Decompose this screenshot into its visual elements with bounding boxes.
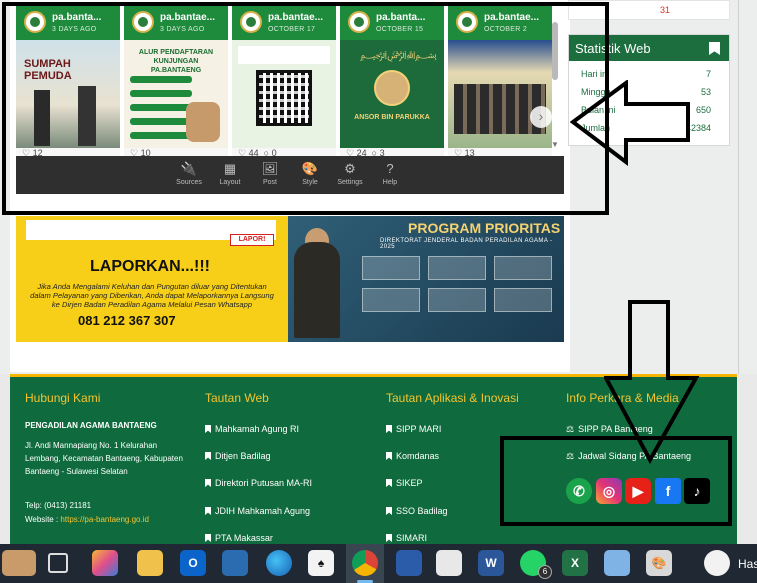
footer-link[interactable]: SIPP MARI xyxy=(386,424,441,434)
lapor-body: Jika Anda Mengalami Keluhan dan Pungutan… xyxy=(30,282,274,309)
copilot-icon[interactable] xyxy=(92,550,118,576)
bookmark-icon xyxy=(709,42,720,55)
footer-link-label: JDIH Mahkamah Agung xyxy=(215,506,311,516)
notification-badge: 6 xyxy=(538,565,552,579)
footer-link[interactable]: SIMARI xyxy=(386,533,427,543)
footer-link-label: Mahkamah Agung RI xyxy=(215,424,300,434)
person-figure xyxy=(294,242,340,338)
footer-heading: Tautan Aplikasi & Inovasi xyxy=(386,391,519,405)
footer-column-aplikasi: Tautan Aplikasi & Inovasi xyxy=(386,391,519,405)
annotation-arrow-left xyxy=(570,80,690,166)
footer-column-contact: Hubungi Kami xyxy=(25,391,100,405)
footer-heading: Tautan Web xyxy=(205,391,269,405)
footer-link-label: SIPP MARI xyxy=(396,424,442,434)
taskbar-label-truncated[interactable]: Has xyxy=(738,557,757,571)
footer-website-label: Website : xyxy=(25,515,61,524)
footer-link[interactable]: Mahkamah Agung RI xyxy=(205,424,299,434)
stat-value: 7 xyxy=(705,69,711,79)
footer-link[interactable]: Ditjen Badilag xyxy=(205,451,271,461)
program-tile xyxy=(494,256,552,280)
paint-icon[interactable]: 🎨 xyxy=(646,550,672,576)
word-icon[interactable]: W xyxy=(478,550,504,576)
outlook-icon[interactable]: O xyxy=(180,550,206,576)
footer-heading: Hubungi Kami xyxy=(25,391,101,405)
bookmark-icon xyxy=(205,479,211,487)
program-banner: PROGRAM PRIORITAS DIREKTORAT JENDERAL BA… xyxy=(288,216,564,342)
program-tile xyxy=(428,288,486,312)
bookmark-icon xyxy=(386,507,392,515)
lapor-title: LAPORKAN...!!! xyxy=(90,258,210,275)
microsoft-store-icon[interactable] xyxy=(222,550,248,576)
annotation-rectangle xyxy=(2,2,609,215)
notebook-app-icon[interactable] xyxy=(604,550,630,576)
desktop-thumbnail-icon[interactable] xyxy=(2,550,36,576)
program-title: PROGRAM PRIORITAS xyxy=(408,220,561,236)
program-tile xyxy=(428,256,486,280)
notepad-icon[interactable] xyxy=(436,550,462,576)
dolphin-app-icon[interactable] xyxy=(396,550,422,576)
page-border xyxy=(738,0,739,374)
stat-value: 53 xyxy=(700,87,711,97)
footer-link[interactable]: SSO Badilag xyxy=(386,506,448,516)
footer-address: Jl. Andi Mannapiang No. 1 Kelurahan Lemb… xyxy=(25,441,183,476)
footer-link-label: SSO Badilag xyxy=(396,506,448,516)
task-view-icon[interactable] xyxy=(48,553,68,573)
footer-website-link[interactable]: https://pa-bantaeng.go.id xyxy=(60,515,149,524)
program-tile xyxy=(362,288,420,312)
footer-link[interactable]: PTA Makassar xyxy=(205,533,273,543)
bookmark-icon xyxy=(205,534,211,542)
bookmark-icon xyxy=(386,425,392,433)
bookmark-icon xyxy=(205,452,211,460)
file-explorer-icon[interactable] xyxy=(137,550,163,576)
footer-phone: Telp: (0413) 21181 xyxy=(25,501,92,510)
edge-icon[interactable] xyxy=(266,550,292,576)
footer-link[interactable]: Direktori Putusan MA-RI xyxy=(205,478,312,488)
gavel-icon: ⚖ xyxy=(566,424,575,434)
footer-link-label: SIMARI xyxy=(396,533,428,543)
footer-link-label: Komdanas xyxy=(396,451,440,461)
footer-website-row: Website : https://pa-bantaeng.go.id xyxy=(25,513,149,526)
bookmark-icon xyxy=(386,534,392,542)
calendar-date[interactable]: 31 xyxy=(660,5,670,15)
footer-org-name: PENGADILAN AGAMA BANTAENG xyxy=(25,421,157,430)
program-tile xyxy=(494,288,552,312)
lapor-logo-text: LAPOR! xyxy=(238,236,266,243)
bookmark-icon xyxy=(205,425,211,433)
program-tile xyxy=(362,256,420,280)
stat-value: 650 xyxy=(695,105,711,115)
footer-link-label: SIKEP xyxy=(396,478,423,488)
footer-link[interactable]: SIKEP xyxy=(386,478,423,488)
windows-taskbar: O ♠ W X 🎨 xyxy=(0,544,757,583)
excel-icon[interactable]: X xyxy=(562,550,588,576)
chrome-icon[interactable] xyxy=(352,550,378,576)
footer-link-label: PTA Makassar xyxy=(215,533,273,543)
bookmark-icon xyxy=(205,507,211,515)
lapor-banner: LAPOR! LAPORKAN...!!! Jika Anda Mengalam… xyxy=(16,216,288,342)
lapor-phone: 081 212 367 307 xyxy=(78,313,176,328)
banner-slider[interactable]: LAPOR! LAPORKAN...!!! Jika Anda Mengalam… xyxy=(16,216,564,342)
footer-link-label: Ditjen Badilag xyxy=(215,451,271,461)
bookmark-icon xyxy=(386,452,392,460)
footer-link-label: Direktori Putusan MA-RI xyxy=(215,478,313,488)
program-subtitle: DIREKTORAT JENDERAL BADAN PERADILAN AGAM… xyxy=(380,238,553,250)
bookmark-icon xyxy=(386,479,392,487)
weather-icon[interactable] xyxy=(704,550,730,576)
footer-link[interactable]: Komdanas xyxy=(386,451,439,461)
lapor-logo: LAPOR! xyxy=(230,234,274,246)
footer-link[interactable]: JDIH Mahkamah Agung xyxy=(205,506,310,516)
annotation-arrow-down xyxy=(604,300,700,464)
footer-column-tautan-web: Tautan Web xyxy=(205,391,269,405)
solitaire-icon[interactable]: ♠ xyxy=(308,550,334,576)
